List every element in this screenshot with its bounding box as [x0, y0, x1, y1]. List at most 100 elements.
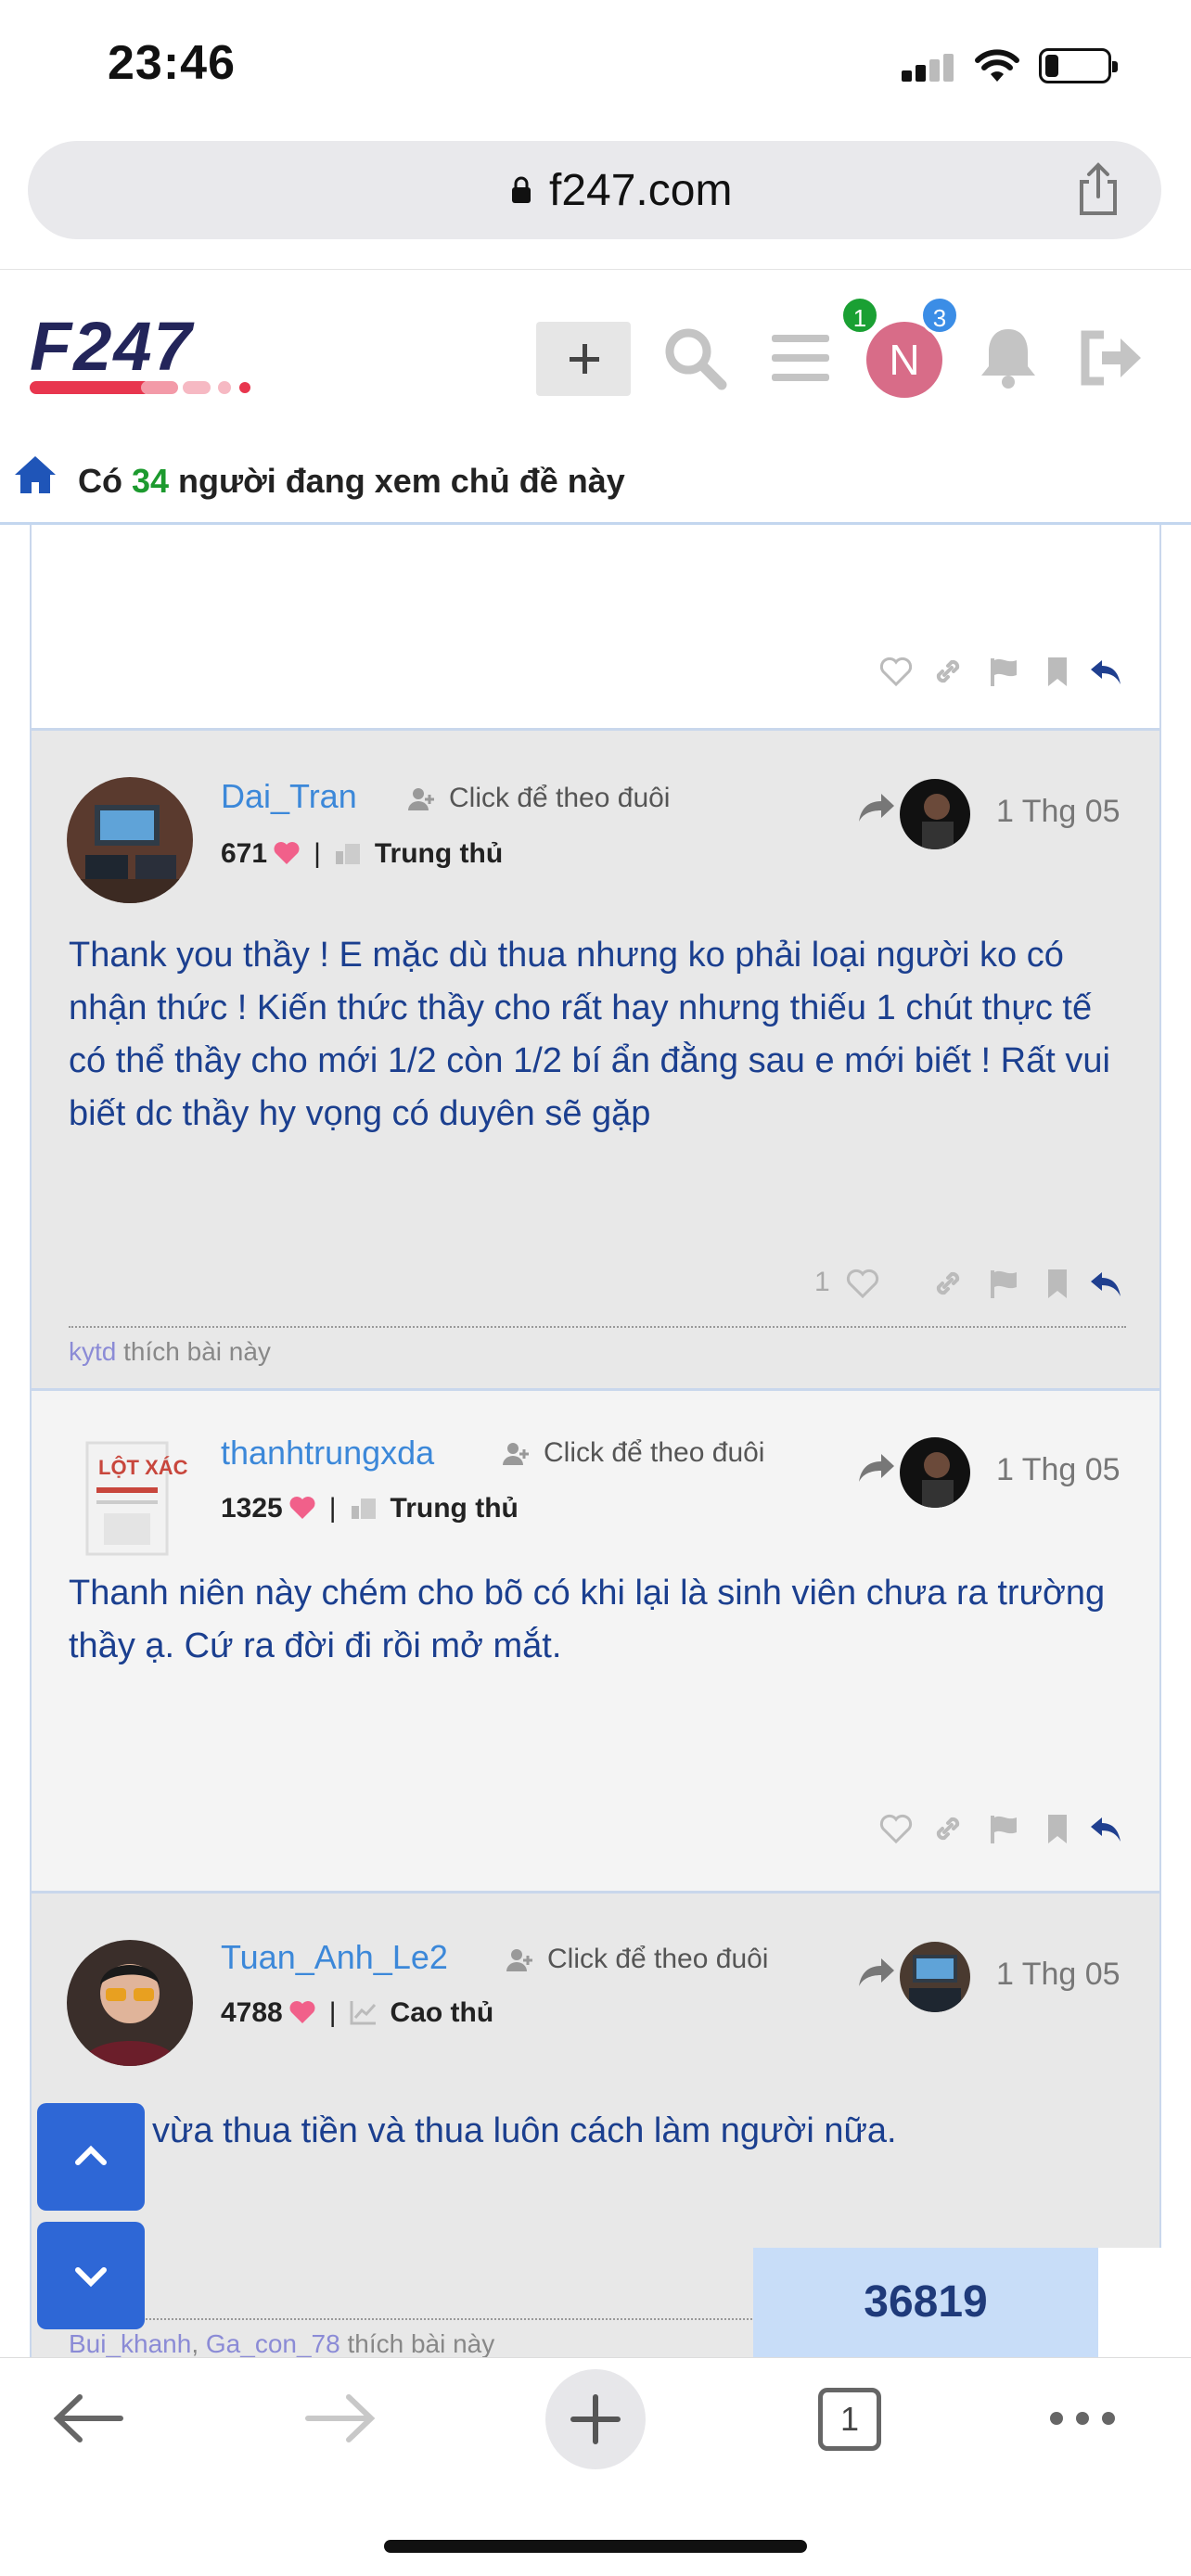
liked-by-user[interactable]: Bui_khanh — [69, 2329, 191, 2358]
f247-logo[interactable]: F247 — [30, 316, 308, 400]
svg-text:LỘT XÁC: LỘT XÁC — [98, 1456, 188, 1479]
heart-icon — [289, 2001, 315, 2023]
logout-icon[interactable] — [1076, 324, 1145, 392]
author-rank: Trung thủ — [390, 1493, 519, 1524]
post-actions — [879, 655, 1121, 692]
notification-badge: 1 — [840, 296, 879, 335]
divider: | — [328, 1493, 337, 1524]
reply-icon[interactable] — [1089, 655, 1122, 688]
author-rank: Cao thủ — [390, 1997, 494, 2028]
post-date[interactable]: 1 Thg 05 — [996, 1957, 1121, 1993]
author-avatar[interactable] — [67, 777, 193, 903]
follow-button[interactable]: Click để theo đuôi — [503, 1437, 764, 1469]
post-date[interactable]: 1 Thg 05 — [996, 1452, 1121, 1488]
url-text: f247.com — [549, 166, 733, 215]
link-icon[interactable] — [931, 655, 965, 688]
more-icon[interactable] — [1041, 2377, 1124, 2460]
like-icon[interactable] — [879, 655, 913, 688]
divider: | — [314, 838, 321, 869]
post-date[interactable]: 1 Thg 05 — [996, 794, 1121, 830]
user-avatar[interactable]: N — [866, 322, 942, 398]
battery-icon — [1039, 48, 1118, 83]
replied-to-avatar[interactable] — [900, 1437, 970, 1508]
bookmark-icon[interactable] — [1041, 1267, 1074, 1300]
address-bar[interactable]: f247.com — [28, 141, 1161, 239]
scroll-up-button[interactable] — [37, 2103, 145, 2211]
heart-icon — [289, 1497, 315, 1519]
liked-by-user[interactable]: Ga_con_78 — [206, 2329, 340, 2358]
tabs-button[interactable]: 1 — [807, 2377, 890, 2460]
author-stats: 671 | Trung thủ — [221, 838, 503, 870]
viewers-text: Có 34 người đang xem chủ đề này — [78, 462, 625, 501]
flag-icon[interactable] — [987, 1267, 1020, 1300]
link-icon[interactable] — [931, 1267, 965, 1300]
liked-suffix: thích bài này — [123, 1337, 271, 1366]
chevron-down-icon — [75, 2267, 107, 2288]
post-counter[interactable]: 36819 — [753, 2248, 1161, 2357]
svg-text:F247: F247 — [30, 316, 196, 385]
liked-by-user[interactable]: kytd — [69, 1337, 116, 1366]
liked-separator: , — [191, 2329, 199, 2358]
liked-suffix: thích bài này — [347, 2329, 495, 2358]
chart-rank-icon — [350, 2001, 376, 2025]
like-count: 1 — [814, 1267, 830, 1297]
wifi-icon — [975, 49, 1019, 82]
author-avatar[interactable]: LỘT XÁC — [67, 1435, 193, 1562]
author-score: 4788 — [221, 1997, 283, 2028]
add-user-icon — [503, 1443, 529, 1466]
new-topic-button[interactable] — [536, 322, 631, 396]
back-arrow-icon[interactable] — [46, 2377, 130, 2460]
author-name[interactable]: Tuan_Anh_Le2 — [221, 1938, 448, 1977]
heart-icon — [274, 842, 300, 864]
replied-to-avatar[interactable] — [900, 779, 970, 849]
site-header: F247 N 1 3 — [0, 269, 1191, 436]
follow-button[interactable]: Click để theo đuôi — [408, 783, 670, 814]
status-bar: 23:46 — [0, 0, 1191, 130]
share-arrow-icon[interactable] — [857, 1957, 896, 1988]
follow-label: Click để theo đuôi — [547, 1944, 769, 1974]
viewers-bar: Có 34 người đang xem chủ đề này — [0, 436, 1191, 525]
status-time: 23:46 — [108, 36, 236, 90]
bookmark-icon[interactable] — [1041, 1812, 1074, 1845]
author-avatar[interactable] — [67, 1940, 193, 2066]
like-icon[interactable] — [846, 1267, 879, 1300]
flag-icon[interactable] — [987, 655, 1020, 688]
menu-icon[interactable] — [766, 324, 835, 392]
like-icon[interactable] — [879, 1812, 913, 1845]
add-user-icon — [506, 1949, 532, 1972]
author-score: 1325 — [221, 1493, 283, 1524]
browser-toolbar: 1 — [0, 2357, 1191, 2576]
author-stats: 4788 | Cao thủ — [221, 1997, 493, 2029]
author-rank: Trung thủ — [374, 838, 504, 869]
share-arrow-icon[interactable] — [857, 1452, 896, 1484]
divider: | — [328, 1997, 337, 2028]
follow-button[interactable]: Click để theo đuôi — [506, 1944, 768, 1975]
post-counter-value: 36819 — [753, 2248, 1098, 2357]
link-icon[interactable] — [931, 1812, 965, 1845]
post-body: Thanh niên này chém cho bõ có khi lại là… — [69, 1574, 1106, 1665]
reply-icon[interactable] — [1089, 1812, 1122, 1845]
home-icon[interactable] — [13, 454, 58, 495]
message-badge: 3 — [920, 296, 959, 335]
author-name[interactable]: Dai_Tran — [221, 777, 357, 816]
scroll-down-button[interactable] — [37, 2222, 145, 2329]
share-icon[interactable] — [1074, 161, 1122, 217]
lock-icon — [512, 176, 531, 203]
cellular-signal-icon — [902, 54, 955, 82]
forward-arrow-icon[interactable] — [299, 2377, 382, 2460]
search-icon[interactable] — [660, 324, 729, 392]
home-indicator — [384, 2540, 807, 2553]
share-arrow-icon[interactable] — [857, 792, 896, 823]
post-body: Thank you thầy ! E mặc dù thua nhưng ko … — [69, 936, 1110, 1133]
post-actions: 1 — [814, 1267, 1121, 1304]
posts-stream: Dai_Tran Click để theo đuôi 671 | Trung th… — [30, 525, 1161, 2361]
author-name[interactable]: thanhtrungxda — [221, 1434, 434, 1473]
flag-icon[interactable] — [987, 1812, 1020, 1845]
bookmark-icon[interactable] — [1041, 655, 1074, 688]
author-stats: 1325 | Trung thủ — [221, 1493, 519, 1524]
replied-to-avatar[interactable] — [900, 1942, 970, 2012]
follow-label: Click để theo đuôi — [544, 1437, 765, 1468]
reply-icon[interactable] — [1089, 1267, 1122, 1300]
new-tab-button[interactable] — [545, 2369, 646, 2469]
bell-icon[interactable] — [974, 324, 1043, 392]
